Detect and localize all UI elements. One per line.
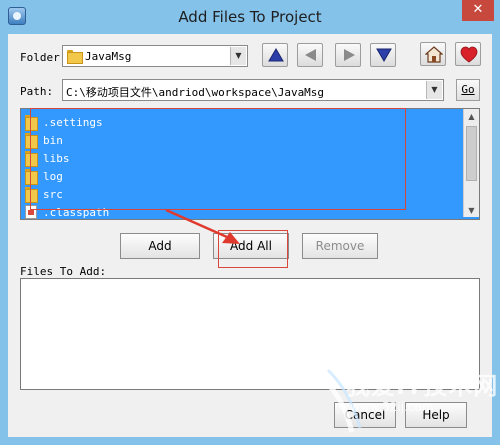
heart-icon [460, 46, 478, 63]
cancel-button-label: Cancel [344, 408, 386, 422]
add-button-label: Add [148, 239, 172, 253]
add-files-dialog: Add Files To Project ✕ Folder JavaMsg ▼ … [0, 0, 500, 445]
remove-button-label: Remove [315, 239, 365, 253]
triangle-right-icon [344, 49, 355, 61]
remove-button[interactable]: Remove [302, 233, 378, 259]
home-button[interactable] [420, 42, 446, 66]
files-to-add-label: Files To Add: [20, 265, 107, 278]
vertical-scrollbar[interactable]: ▲ ▼ [463, 109, 479, 217]
home-icon [425, 46, 443, 63]
path-label: Path: [20, 85, 54, 98]
move-down-button[interactable] [370, 43, 396, 67]
triangle-up-icon [268, 48, 284, 62]
help-button-label: Help [422, 408, 450, 422]
chevron-down-icon[interactable]: ▼ [426, 81, 442, 99]
add-button[interactable]: Add [120, 233, 200, 259]
favorites-button[interactable] [455, 42, 481, 66]
move-up-button[interactable] [262, 43, 288, 67]
triangle-down-icon [376, 48, 392, 62]
scroll-up-icon[interactable]: ▲ [464, 109, 479, 124]
back-button[interactable] [297, 43, 323, 67]
scroll-down-icon[interactable]: ▼ [464, 203, 479, 218]
forward-button[interactable] [335, 43, 361, 67]
cancel-button[interactable]: Cancel [334, 402, 396, 428]
window-title: Add Files To Project [178, 8, 322, 26]
annotation-highlight-box [218, 230, 288, 268]
folder-combo[interactable]: JavaMsg ▼ [62, 45, 248, 67]
path-combo[interactable]: C:\移动项目文件\andriod\workspace\JavaMsg ▼ [62, 79, 444, 101]
close-button[interactable]: ✕ [462, 0, 494, 21]
triangle-left-icon [305, 49, 316, 61]
chevron-down-icon[interactable]: ▼ [230, 47, 246, 65]
help-button[interactable]: Help [405, 402, 467, 428]
go-button[interactable]: Go [456, 79, 480, 101]
title-bar[interactable]: Add Files To Project ✕ [0, 0, 500, 34]
scroll-thumb[interactable] [466, 126, 477, 181]
folder-label: Folder [20, 51, 60, 64]
files-to-add-list[interactable] [20, 278, 480, 390]
folder-value: JavaMsg [85, 50, 132, 63]
path-value: C:\移动项目文件\andriod\workspace\JavaMsg [66, 86, 325, 99]
folder-icon [67, 50, 83, 64]
annotation-highlight-box [30, 108, 406, 210]
